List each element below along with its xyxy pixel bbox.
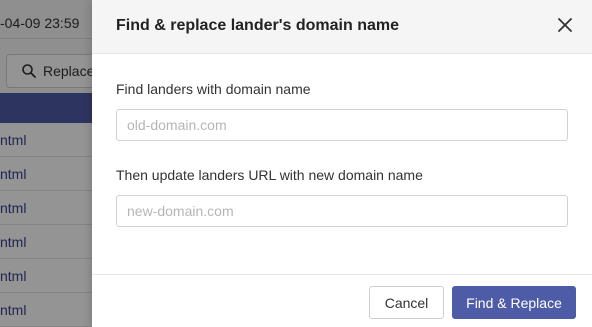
cancel-button[interactable]: Cancel <box>369 286 444 319</box>
find-domain-input[interactable] <box>116 109 568 141</box>
dialog-header: Find & replace lander's domain name <box>92 0 592 54</box>
find-domain-label: Find landers with domain name <box>116 81 311 97</box>
find-replace-button[interactable]: Find & Replace <box>452 286 576 319</box>
close-icon <box>558 17 572 37</box>
replace-domain-label: Then update landers URL with new domain … <box>116 167 423 183</box>
dialog-title: Find & replace lander's domain name <box>116 17 399 34</box>
replace-domain-input[interactable] <box>116 195 568 227</box>
find-replace-dialog: Find & replace lander's domain name Find… <box>92 0 592 327</box>
close-button[interactable] <box>553 15 577 39</box>
dialog-footer: Cancel Find & Replace <box>92 274 592 327</box>
